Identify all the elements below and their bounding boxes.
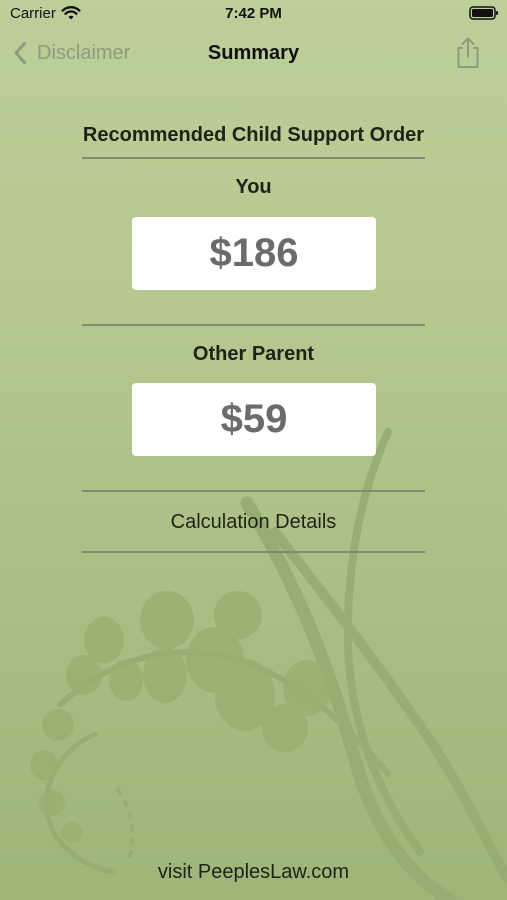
- other-parent-amount: $59: [132, 383, 376, 456]
- heading-divider: [82, 157, 425, 159]
- navigation-bar: Disclaimer Summary: [0, 30, 507, 76]
- you-label: You: [235, 176, 272, 198]
- other-parent-label: Other Parent: [192, 343, 315, 365]
- calculation-details-button[interactable]: Calculation Details: [0, 511, 507, 534]
- status-time: 7:42 PM: [225, 5, 282, 22]
- you-divider: [82, 324, 425, 326]
- details-top-divider: [82, 490, 425, 492]
- page-title: Summary: [207, 42, 300, 64]
- you-amount: $186: [132, 217, 376, 290]
- share-icon[interactable]: [454, 36, 482, 70]
- details-bottom-divider: [82, 551, 425, 553]
- battery-icon: [469, 6, 498, 20]
- section-heading: Recommended Child Support Order: [82, 124, 425, 146]
- status-bar: Carrier 7:42 PM: [0, 0, 507, 28]
- summary-content: Recommended Child Support Order You $186…: [0, 0, 507, 900]
- website-link[interactable]: visit PeeplesLaw.com: [0, 861, 507, 884]
